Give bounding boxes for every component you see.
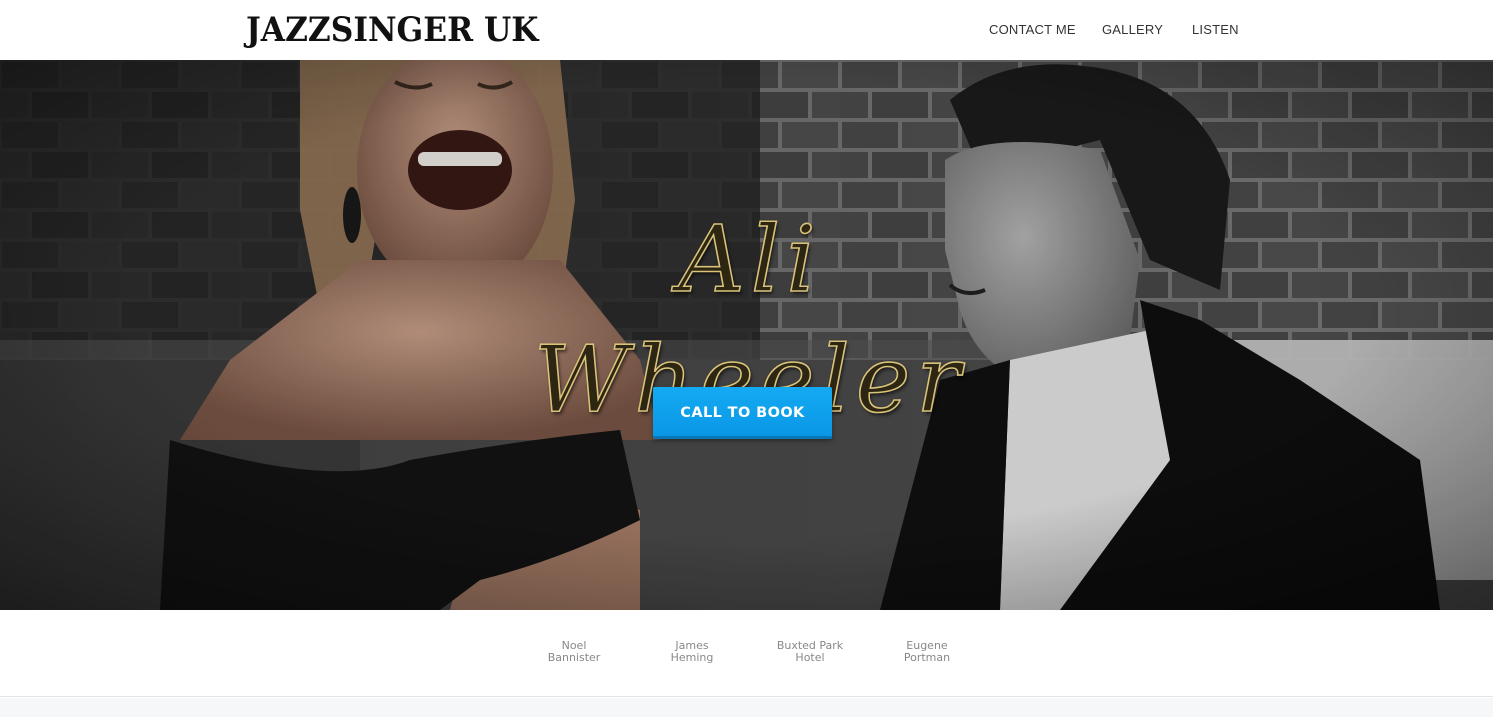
reference-item[interactable]: Buxted Park Hotel (755, 640, 865, 664)
references-strip: Noel Bannister James Heming Buxted Park … (0, 610, 1493, 697)
site-header: JAZZSINGER UK CONTACT ME GALLERY LISTEN (0, 0, 1493, 60)
reference-line: Heming (670, 651, 714, 664)
main-nav: CONTACT ME GALLERY LISTEN (0, 22, 1493, 40)
nav-gallery[interactable]: GALLERY (1102, 22, 1163, 38)
nav-listen[interactable]: LISTEN (1192, 22, 1239, 38)
hero-banner: Ali Wheeler CALL TO BOOK (0, 60, 1493, 610)
reference-line: Hotel (795, 651, 825, 664)
reference-item[interactable]: Eugene Portman (872, 640, 982, 664)
next-section-band (0, 698, 1493, 717)
reference-item[interactable]: James Heming (637, 640, 747, 664)
reference-item[interactable]: Noel Bannister (519, 640, 629, 664)
reference-line: Bannister (547, 651, 601, 664)
nav-contact-me[interactable]: CONTACT ME (989, 22, 1076, 38)
reference-line: Portman (903, 651, 951, 664)
call-to-book-button[interactable]: CALL TO BOOK (653, 387, 832, 439)
hero-title: Ali Wheeler (533, 205, 967, 434)
